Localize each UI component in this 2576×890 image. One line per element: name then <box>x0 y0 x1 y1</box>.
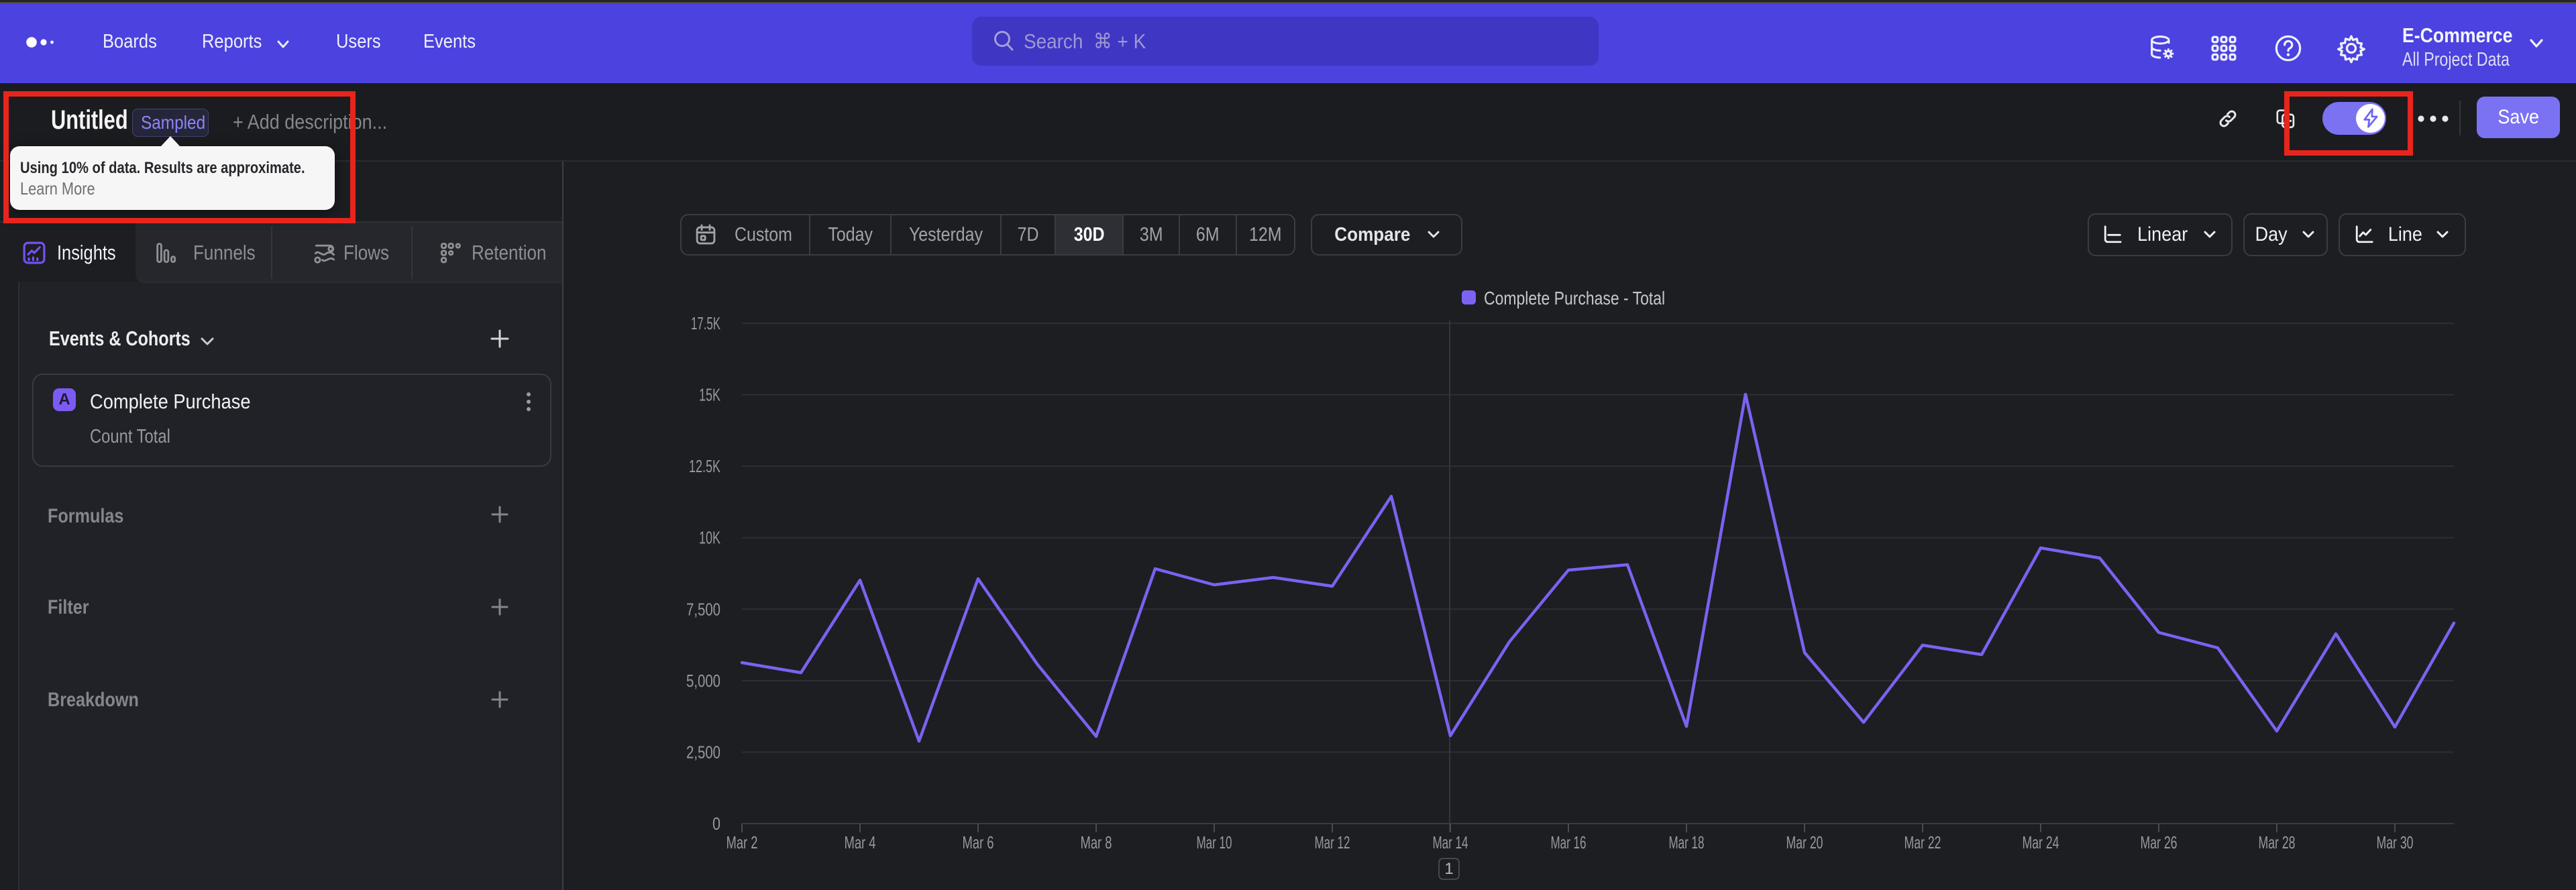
svg-text:12.5K: 12.5K <box>689 456 720 476</box>
svg-text:5,000: 5,000 <box>686 671 720 691</box>
svg-text:Mar 26: Mar 26 <box>2141 832 2178 852</box>
svg-text:Mar 4: Mar 4 <box>845 832 876 852</box>
svg-text:Mar 30: Mar 30 <box>2377 832 2414 852</box>
svg-text:Mar 2: Mar 2 <box>727 832 758 852</box>
svg-text:Mar 18: Mar 18 <box>1669 832 1705 852</box>
svg-text:Mar 10: Mar 10 <box>1197 832 1232 852</box>
svg-text:2,500: 2,500 <box>686 742 720 762</box>
svg-text:Mar 16: Mar 16 <box>1551 832 1587 852</box>
svg-text:Mar 14: Mar 14 <box>1433 832 1468 852</box>
svg-text:15K: 15K <box>699 385 720 405</box>
svg-text:0: 0 <box>712 814 720 834</box>
svg-text:Mar 24: Mar 24 <box>2023 832 2059 852</box>
svg-text:Mar 8: Mar 8 <box>1081 832 1112 852</box>
svg-text:10K: 10K <box>699 528 720 548</box>
svg-text:Mar 12: Mar 12 <box>1315 832 1350 852</box>
svg-text:Mar 20: Mar 20 <box>1786 832 1823 852</box>
svg-text:Mar 28: Mar 28 <box>2259 832 2296 852</box>
svg-text:Mar 6: Mar 6 <box>963 832 994 852</box>
svg-text:17.5K: 17.5K <box>691 313 720 333</box>
svg-text:7,500: 7,500 <box>686 599 720 619</box>
svg-text:Mar 22: Mar 22 <box>1904 832 1941 852</box>
